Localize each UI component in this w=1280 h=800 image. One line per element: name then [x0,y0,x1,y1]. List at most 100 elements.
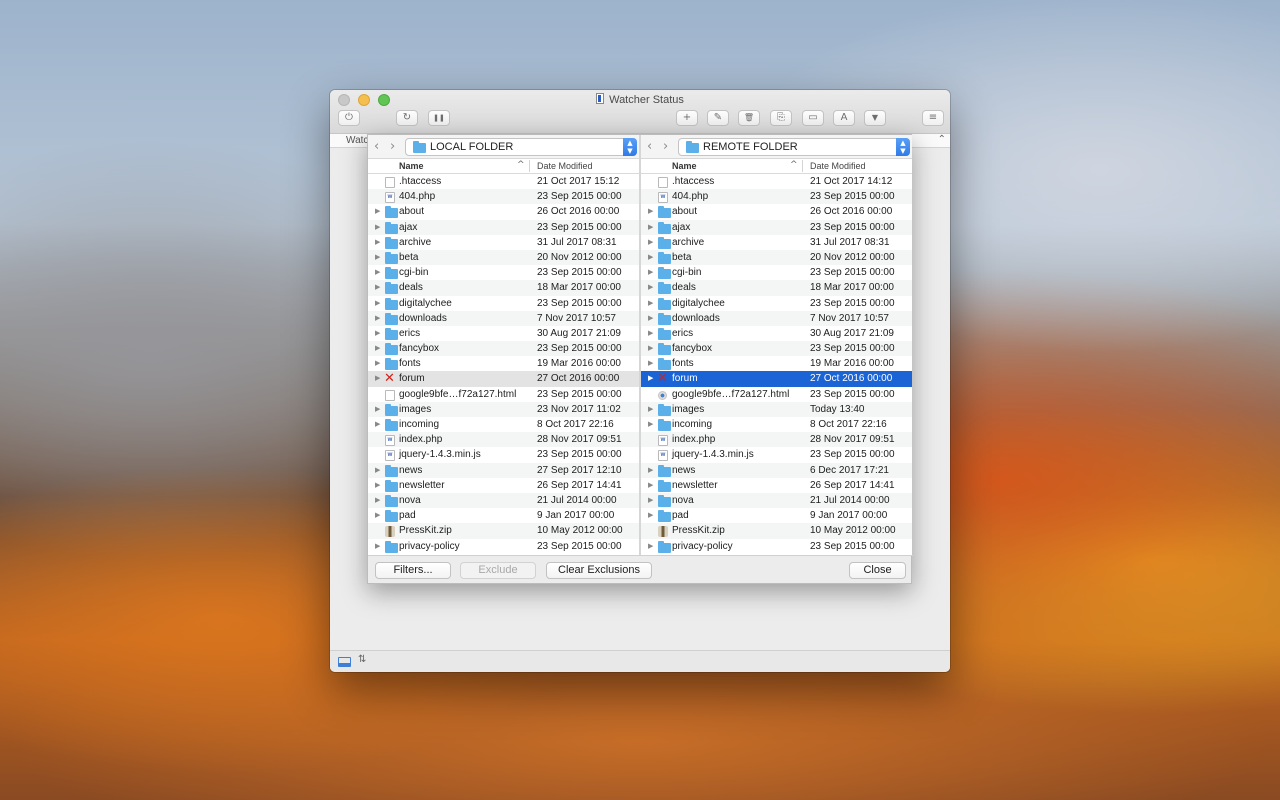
disclosure-triangle-icon[interactable]: ▶ [648,402,653,417]
file-row[interactable]: ▶ cgi-bin 23 Sep 2015 00:00 [641,265,912,280]
file-row[interactable]: google9bfe…f72a127.html 23 Sep 2015 00:00 [641,387,912,402]
copy-button[interactable]: ⎘ [770,110,792,126]
disclosure-triangle-icon[interactable]: ▶ [375,235,380,250]
column-name-header[interactable]: Name [672,161,697,171]
file-row[interactable]: ▶ digitalychee 23 Sep 2015 00:00 [641,296,912,311]
log-button[interactable]: ≡ [922,110,944,126]
file-row[interactable]: PressKit.zip 10 May 2012 00:00 [368,523,639,539]
power-button[interactable]: ⏻ [338,110,360,126]
file-row[interactable]: w jquery-1.4.3.min.js 23 Sep 2015 00:00 [368,447,639,462]
disclosure-triangle-icon[interactable]: ▶ [375,326,380,341]
disclosure-triangle-icon[interactable]: ▶ [375,402,380,417]
clear-exclusions-button[interactable]: Clear Exclusions [546,562,652,579]
disclosure-triangle-icon[interactable]: ▶ [648,356,653,371]
file-row[interactable]: ▶ ✕ forum 27 Oct 2016 00:00 [641,371,912,387]
disclosure-triangle-icon[interactable]: ▶ [375,493,380,508]
disclosure-triangle-icon[interactable]: ▶ [648,539,653,554]
disclosure-triangle-icon[interactable]: ▶ [648,204,653,219]
file-row[interactable]: PressKit.zip 10 May 2012 00:00 [641,523,912,539]
disclosure-triangle-icon[interactable]: ▶ [375,311,380,326]
delete-button[interactable]: 🗑 [738,110,760,126]
disclosure-triangle-icon[interactable]: ▶ [375,341,380,356]
edit-button[interactable]: ✎ [707,110,729,126]
disclosure-triangle-icon[interactable]: ▶ [375,539,380,554]
file-row[interactable]: w index.php 28 Nov 2017 09:51 [368,432,639,448]
file-row[interactable]: ▶ news 27 Sep 2017 12:10 [368,462,639,478]
pause-button[interactable]: ❚❚ [428,110,450,126]
forward-arrow-icon[interactable]: › [663,139,668,154]
sort-arrows-icon[interactable]: ⇅ [358,654,366,665]
filter-button[interactable]: ▼ [864,110,886,126]
disclosure-triangle-icon[interactable]: ▶ [648,220,653,235]
back-arrow-icon[interactable]: ‹ [374,139,379,154]
disclosure-triangle-icon[interactable]: ▶ [648,311,653,326]
disclosure-triangle-icon[interactable]: ▶ [648,280,653,295]
file-row[interactable]: ▶ beta 20 Nov 2012 00:00 [368,249,639,266]
disclosure-triangle-icon[interactable]: ▶ [375,220,380,235]
disclosure-triangle-icon[interactable]: ▶ [648,508,653,523]
disclosure-triangle-icon[interactable]: ▶ [375,356,380,371]
disclosure-triangle-icon[interactable]: ▶ [648,326,653,341]
file-row[interactable]: ▶ incoming 8 Oct 2017 22:16 [368,417,639,432]
file-row[interactable]: ▶ privacy-policy 23 Sep 2015 00:00 [641,539,912,554]
disclosure-triangle-icon[interactable]: ▶ [375,508,380,523]
file-row[interactable]: ▶ cgi-bin 23 Sep 2015 00:00 [368,265,639,280]
close-button[interactable]: Close [849,562,906,579]
disclosure-triangle-icon[interactable]: ▶ [375,250,380,265]
file-row[interactable]: ▶ about 26 Oct 2016 00:00 [368,204,639,219]
file-row[interactable]: ▶ incoming 8 Oct 2017 22:16 [641,417,912,432]
local-path-popup[interactable]: LOCAL FOLDER ▲ ▼ [405,138,637,156]
file-row[interactable]: w index.php 28 Nov 2017 09:51 [641,432,912,448]
file-row[interactable]: ▶ archive 31 Jul 2017 08:31 [641,235,912,250]
disclosure-triangle-icon[interactable]: ▶ [648,478,653,493]
disclosure-triangle-icon[interactable]: ▶ [375,417,380,432]
file-row[interactable]: ▶ about 26 Oct 2016 00:00 [641,204,912,219]
file-row[interactable]: ▶ pad 9 Jan 2017 00:00 [641,508,912,523]
file-row[interactable]: ▶ ajax 23 Sep 2015 00:00 [368,219,639,235]
disclosure-triangle-icon[interactable]: ▶ [375,478,380,493]
file-row[interactable]: .htaccess 21 Oct 2017 15:12 [368,174,639,189]
disclosure-triangle-icon[interactable]: ▶ [648,250,653,265]
filters-button[interactable]: Filters... [375,562,451,579]
refresh-button[interactable]: ↻ [396,110,418,126]
file-row[interactable]: ▶ deals 18 Mar 2017 00:00 [368,280,639,296]
disclosure-triangle-icon[interactable]: ▶ [375,204,380,219]
sidebar-toggle-icon[interactable] [338,657,351,667]
disclosure-triangle-icon[interactable]: ▶ [375,371,380,386]
file-row[interactable]: ▶ nova 21 Jul 2014 00:00 [641,492,912,509]
file-row[interactable]: ▶ ajax 23 Sep 2015 00:00 [641,219,912,235]
disclosure-triangle-icon[interactable]: ▶ [375,280,380,295]
file-row[interactable]: ▶ images Today 13:40 [641,401,912,417]
chevron-up-icon[interactable]: ⌃ [938,134,946,145]
file-row[interactable]: ▶ newsletter 26 Sep 2017 14:41 [641,478,912,493]
column-name-header[interactable]: Name [399,161,424,171]
file-row[interactable]: ▶ fancybox 23 Sep 2015 00:00 [641,341,912,357]
forward-arrow-icon[interactable]: › [390,139,395,154]
disclosure-triangle-icon[interactable]: ▶ [375,463,380,478]
disclosure-triangle-icon[interactable]: ▶ [648,417,653,432]
file-row[interactable]: ▶ fonts 19 Mar 2016 00:00 [641,356,912,371]
file-row[interactable]: ▶ fonts 19 Mar 2016 00:00 [368,356,639,371]
disclosure-triangle-icon[interactable]: ▶ [648,493,653,508]
remote-path-popup[interactable]: REMOTE FOLDER ▲ ▼ [678,138,910,156]
file-row[interactable]: ▶ nova 21 Jul 2014 00:00 [368,492,639,509]
file-row[interactable]: ▶ images 23 Nov 2017 11:02 [368,401,639,417]
file-row[interactable]: .htaccess 21 Oct 2017 14:12 [641,174,912,189]
file-row[interactable]: ▶ fancybox 23 Sep 2015 00:00 [368,341,639,357]
tab-peek-label[interactable]: Watc [346,135,368,146]
disclosure-triangle-icon[interactable]: ▶ [648,463,653,478]
file-row[interactable]: ▶ news 6 Dec 2017 17:21 [641,462,912,478]
disclosure-triangle-icon[interactable]: ▶ [648,371,653,386]
disclosure-triangle-icon[interactable]: ▶ [375,296,380,311]
file-row[interactable]: google9bfe…f72a127.html 23 Sep 2015 00:00 [368,387,639,402]
back-arrow-icon[interactable]: ‹ [647,139,652,154]
disclosure-triangle-icon[interactable]: ▶ [648,235,653,250]
rename-button[interactable]: A [833,110,855,126]
file-row[interactable]: w jquery-1.4.3.min.js 23 Sep 2015 00:00 [641,447,912,462]
column-date-header[interactable]: Date Modified [537,161,593,171]
file-row[interactable]: w 404.php 23 Sep 2015 00:00 [641,189,912,205]
file-row[interactable]: ▶ beta 20 Nov 2012 00:00 [641,249,912,266]
file-row[interactable]: ▶ ✕ forum 27 Oct 2016 00:00 [368,371,639,387]
file-row[interactable]: ▶ erics 30 Aug 2017 21:09 [368,326,639,341]
disclosure-triangle-icon[interactable]: ▶ [375,265,380,280]
